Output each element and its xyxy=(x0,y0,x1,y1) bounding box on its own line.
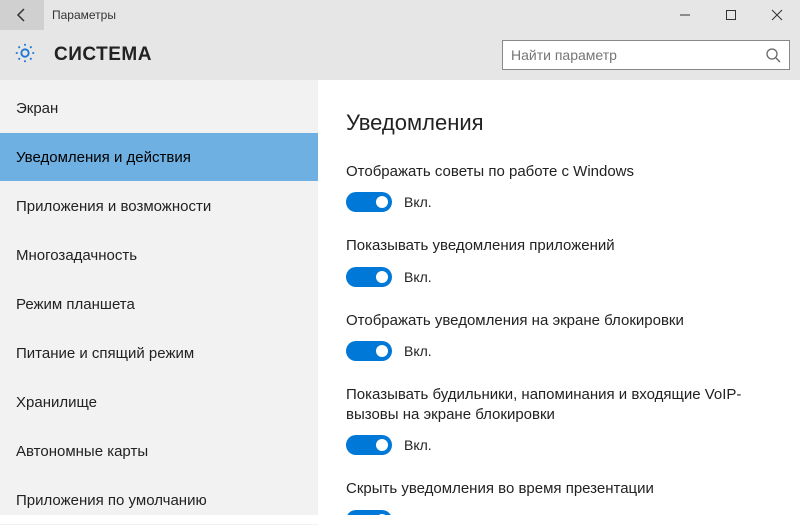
sidebar-item-notifications[interactable]: Уведомления и действия xyxy=(0,133,318,182)
sidebar-item-label: Экран xyxy=(16,100,58,117)
toggle-switch[interactable] xyxy=(346,435,392,455)
maximize-button[interactable] xyxy=(708,0,754,30)
setting-label: Скрыть уведомления во время презентации xyxy=(346,479,772,499)
gear-icon xyxy=(14,42,36,69)
sidebar-item-multitasking[interactable]: Многозадачность xyxy=(0,231,318,280)
titlebar: Параметры xyxy=(0,0,800,30)
sidebar-item-storage[interactable]: Хранилище xyxy=(0,378,318,427)
toggle-row: Вкл. xyxy=(346,267,772,287)
toggle-row: Вкл. xyxy=(346,510,772,516)
back-button[interactable] xyxy=(0,0,44,30)
sidebar-item-label: Приложения по умолчанию xyxy=(16,492,207,509)
toggle-switch[interactable] xyxy=(346,267,392,287)
setting-alarms-voip-lockscreen: Показывать будильники, напоминания и вхо… xyxy=(346,385,772,456)
minimize-icon xyxy=(679,9,691,21)
setting-show-app-notifications: Показывать уведомления приложений Вкл. xyxy=(346,236,772,286)
setting-lockscreen-notifications: Отображать уведомления на экране блокиро… xyxy=(346,311,772,361)
sidebar-item-label: Уведомления и действия xyxy=(16,149,191,166)
setting-label: Отображать советы по работе с Windows xyxy=(346,162,772,182)
sidebar-item-apps-features[interactable]: Приложения и возможности xyxy=(0,182,318,231)
sidebar-item-default-apps[interactable]: Приложения по умолчанию xyxy=(0,476,318,525)
sidebar-item-power-sleep[interactable]: Питание и спящий режим xyxy=(0,329,318,378)
toggle-row: Вкл. xyxy=(346,192,772,212)
toggle-switch[interactable] xyxy=(346,341,392,361)
window-title: Параметры xyxy=(52,8,116,22)
toggle-state-label: Вкл. xyxy=(404,269,432,285)
sidebar-item-tablet-mode[interactable]: Режим планшета xyxy=(0,280,318,329)
setting-label: Показывать уведомления приложений xyxy=(346,236,772,256)
close-button[interactable] xyxy=(754,0,800,30)
search-box[interactable] xyxy=(502,40,790,70)
search-input[interactable] xyxy=(511,47,765,63)
setting-label: Показывать будильники, напоминания и вхо… xyxy=(346,385,772,426)
setting-hide-during-presentation: Скрыть уведомления во время презентации … xyxy=(346,479,772,515)
sidebar-item-label: Приложения и возможности xyxy=(16,198,211,215)
search-icon xyxy=(765,47,781,63)
toggle-state-label: Вкл. xyxy=(404,194,432,210)
toggle-state-label: Вкл. xyxy=(404,512,432,516)
toggle-row: Вкл. xyxy=(346,341,772,361)
sidebar-item-offline-maps[interactable]: Автономные карты xyxy=(0,427,318,476)
sidebar-item-label: Питание и спящий режим xyxy=(16,345,194,362)
content: Экран Уведомления и действия Приложения … xyxy=(0,80,800,515)
header-title: СИСТЕМА xyxy=(54,44,152,66)
toggle-row: Вкл. xyxy=(346,435,772,455)
maximize-icon xyxy=(725,9,737,21)
close-icon xyxy=(771,9,783,21)
toggle-state-label: Вкл. xyxy=(404,437,432,453)
toggle-switch[interactable] xyxy=(346,192,392,212)
toggle-switch[interactable] xyxy=(346,510,392,516)
header: СИСТЕМА xyxy=(0,30,800,80)
setting-label: Отображать уведомления на экране блокиро… xyxy=(346,311,772,331)
toggle-state-label: Вкл. xyxy=(404,343,432,359)
sidebar-item-label: Многозадачность xyxy=(16,247,137,264)
sidebar-item-label: Режим планшета xyxy=(16,296,135,313)
sidebar-item-display[interactable]: Экран xyxy=(0,84,318,133)
sidebar-item-label: Автономные карты xyxy=(16,443,148,460)
sidebar-item-label: Хранилище xyxy=(16,394,97,411)
sidebar: Экран Уведомления и действия Приложения … xyxy=(0,80,318,515)
page-heading: Уведомления xyxy=(346,110,772,136)
window-controls xyxy=(662,0,800,30)
setting-show-tips: Отображать советы по работе с Windows Вк… xyxy=(346,162,772,212)
arrow-left-icon xyxy=(14,7,30,23)
minimize-button[interactable] xyxy=(662,0,708,30)
main-panel: Уведомления Отображать советы по работе … xyxy=(318,80,800,515)
